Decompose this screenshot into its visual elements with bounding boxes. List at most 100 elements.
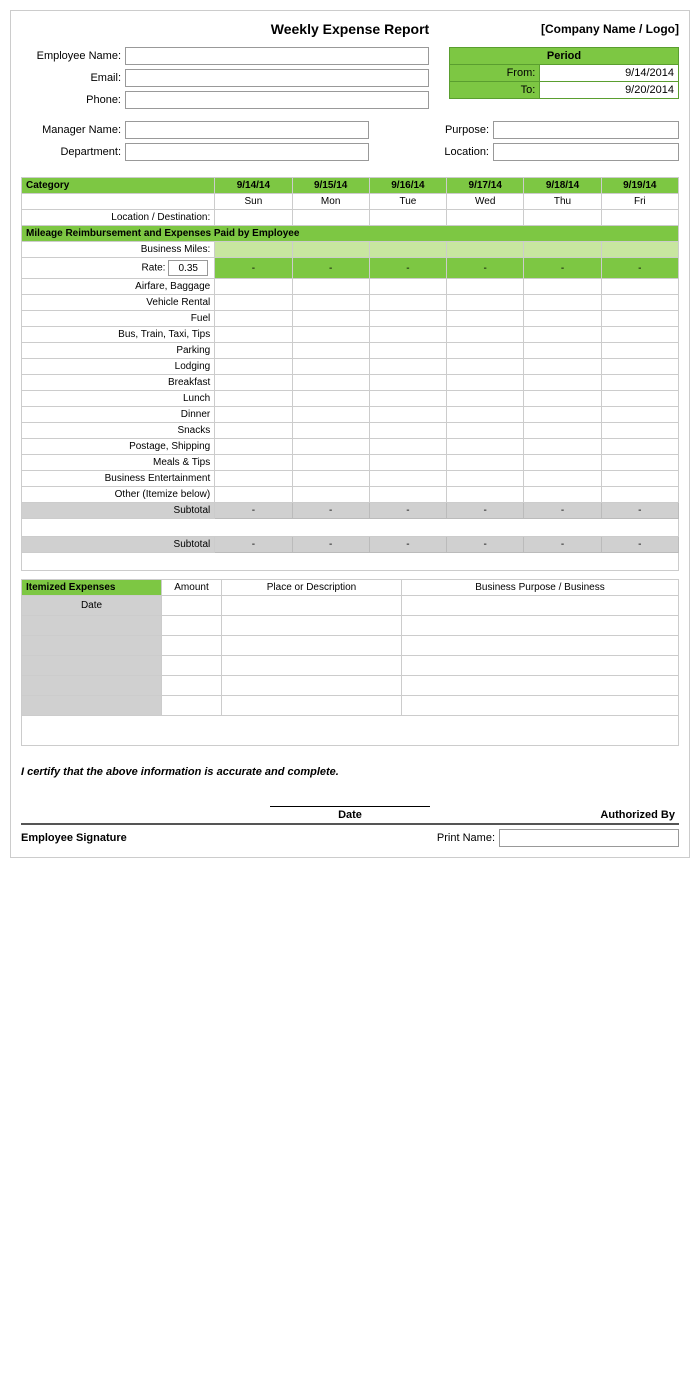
item-amount-1[interactable]	[162, 596, 222, 616]
item-amount-4[interactable]	[162, 656, 222, 676]
rate-input[interactable]	[168, 260, 208, 276]
table-row: Vehicle Rental	[22, 295, 679, 311]
item-amount-3[interactable]	[162, 636, 222, 656]
date-3: 9/17/14	[447, 178, 524, 194]
employee-name-input[interactable]	[125, 47, 429, 65]
item-place-1[interactable]	[222, 596, 402, 616]
item-purpose-6[interactable]	[402, 696, 679, 716]
item-place-2[interactable]	[222, 616, 402, 636]
department-input[interactable]	[125, 143, 369, 161]
table-row: Fuel	[22, 311, 679, 327]
item-place-3[interactable]	[222, 636, 402, 656]
item-purpose-3[interactable]	[402, 636, 679, 656]
location-destination-label: Location / Destination:	[22, 210, 215, 226]
purpose-label: Purpose:	[389, 124, 489, 136]
location-label: Location:	[389, 146, 489, 158]
manager-name-input[interactable]	[125, 121, 369, 139]
table-row: Bus, Train, Taxi, Tips	[22, 327, 679, 343]
email-input[interactable]	[125, 69, 429, 87]
item-amount-2[interactable]	[162, 616, 222, 636]
location-thu[interactable]	[524, 210, 601, 226]
table-row: Meals & Tips	[22, 455, 679, 471]
airfare-tue[interactable]	[369, 279, 446, 295]
amount-col-header: Amount	[162, 580, 222, 596]
table-row: Dinner	[22, 407, 679, 423]
location-input[interactable]	[493, 143, 679, 161]
biz-miles-thu[interactable]	[524, 242, 601, 258]
rate-label: Rate:	[142, 263, 166, 274]
item-date-2[interactable]	[22, 616, 162, 636]
item-place-6[interactable]	[222, 696, 402, 716]
item-amount-6[interactable]	[162, 696, 222, 716]
item-place-5[interactable]	[222, 676, 402, 696]
sub2-wed: -	[447, 537, 524, 553]
airfare-wed[interactable]	[447, 279, 524, 295]
phone-input[interactable]	[125, 91, 429, 109]
airfare-thu[interactable]	[524, 279, 601, 295]
biz-miles-mon[interactable]	[292, 242, 369, 258]
sub1-tue: -	[369, 503, 446, 519]
period-from-value: 9/14/2014	[540, 65, 679, 82]
sub1-fri: -	[601, 503, 678, 519]
certification-text: I certify that the above information is …	[21, 758, 679, 786]
period-from-label: From:	[450, 65, 540, 82]
biz-miles-sun[interactable]	[215, 242, 292, 258]
cat-entertainment: Business Entertainment	[22, 471, 215, 487]
table-row: Business Entertainment	[22, 471, 679, 487]
table-row: Parking	[22, 343, 679, 359]
subtotal-1-label: Subtotal	[22, 503, 215, 519]
cat-lodging: Lodging	[22, 359, 215, 375]
table-row: Breakfast	[22, 375, 679, 391]
location-fri[interactable]	[601, 210, 678, 226]
airfare-fri[interactable]	[601, 279, 678, 295]
company-name: [Company Name / Logo]	[460, 22, 679, 36]
employee-signature-label: Employee Signature	[21, 832, 437, 844]
biz-miles-wed[interactable]	[447, 242, 524, 258]
date-4: 9/18/14	[524, 178, 601, 194]
item-purpose-1[interactable]	[402, 596, 679, 616]
day-3: Wed	[447, 194, 524, 210]
table-row: Lunch	[22, 391, 679, 407]
item-purpose-5[interactable]	[402, 676, 679, 696]
sub2-sun: -	[215, 537, 292, 553]
airfare-mon[interactable]	[292, 279, 369, 295]
date-5: 9/19/14	[601, 178, 678, 194]
airfare-sun[interactable]	[215, 279, 292, 295]
category-header: Category	[22, 178, 215, 194]
location-wed[interactable]	[447, 210, 524, 226]
item-purpose-2[interactable]	[402, 616, 679, 636]
item-date-6[interactable]	[22, 696, 162, 716]
sub1-sun: -	[215, 503, 292, 519]
item-date-4[interactable]	[22, 656, 162, 676]
sub1-thu: -	[524, 503, 601, 519]
cat-vehicle: Vehicle Rental	[22, 295, 215, 311]
item-purpose-4[interactable]	[402, 656, 679, 676]
rate-label-cell: Rate:	[22, 258, 215, 279]
biz-miles-fri[interactable]	[601, 242, 678, 258]
location-mon[interactable]	[292, 210, 369, 226]
location-tue[interactable]	[369, 210, 446, 226]
mileage-section-header: Mileage Reimbursement and Expenses Paid …	[22, 226, 679, 242]
period-to-label: To:	[450, 82, 540, 99]
manager-name-label: Manager Name:	[21, 124, 121, 136]
biz-miles-tue[interactable]	[369, 242, 446, 258]
authorized-by-label: Authorized By	[460, 809, 679, 821]
cat-breakfast: Breakfast	[22, 375, 215, 391]
cat-bus: Bus, Train, Taxi, Tips	[22, 327, 215, 343]
item-place-4[interactable]	[222, 656, 402, 676]
period-to-value: 9/20/2014	[540, 82, 679, 99]
cat-parking: Parking	[22, 343, 215, 359]
item-amount-5[interactable]	[162, 676, 222, 696]
purpose-col-header: Business Purpose / Business	[402, 580, 679, 596]
department-label: Department:	[21, 146, 121, 158]
sub2-tue: -	[369, 537, 446, 553]
day-0: Sun	[215, 194, 292, 210]
date-0: 9/14/14	[215, 178, 292, 194]
place-col-header: Place or Description	[222, 580, 402, 596]
print-name-input[interactable]	[499, 829, 679, 847]
location-sun[interactable]	[215, 210, 292, 226]
purpose-input[interactable]	[493, 121, 679, 139]
item-date-5[interactable]	[22, 676, 162, 696]
period-header: Period	[450, 48, 679, 65]
item-date-3[interactable]	[22, 636, 162, 656]
